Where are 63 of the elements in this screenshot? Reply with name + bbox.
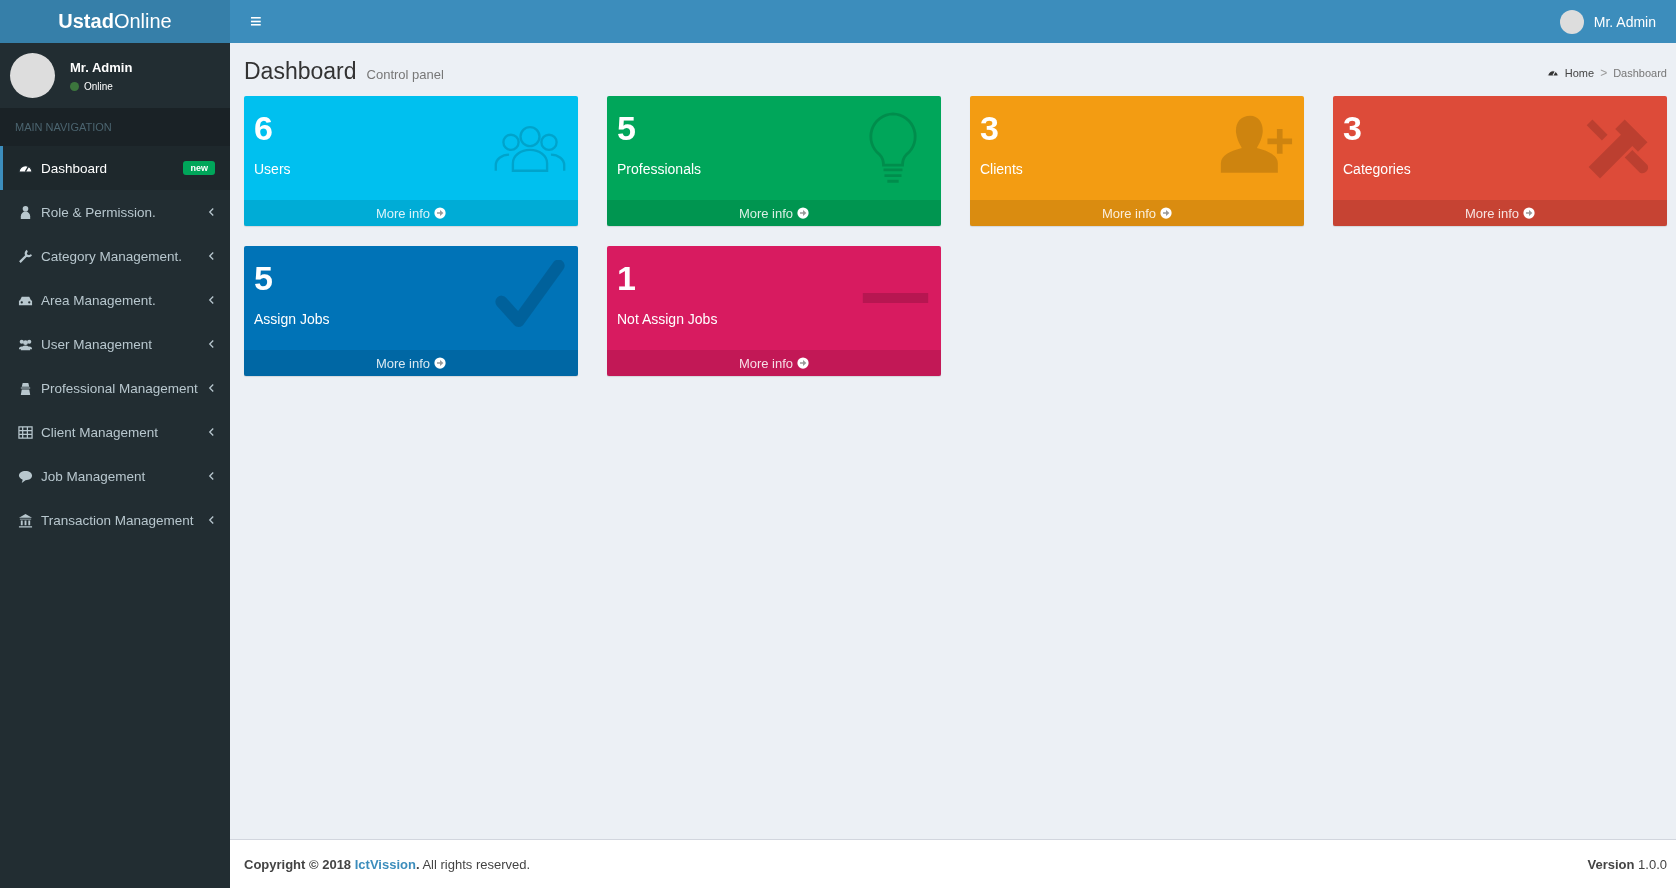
breadcrumb-link[interactable]: Home: [1564, 67, 1595, 79]
user-status: Online: [84, 80, 113, 92]
more-info-link[interactable]: More info: [607, 350, 941, 376]
sidebar-item[interactable]: Job Management: [0, 454, 230, 498]
sidebar-item[interactable]: Client Management: [0, 410, 230, 454]
chevron-left-icon: [208, 383, 215, 393]
more-info-link[interactable]: More info: [1333, 200, 1667, 226]
page-subtitle: Control panel: [366, 67, 444, 82]
arrow-circle-right-icon: [1160, 207, 1173, 219]
company-link[interactable]: IctVission: [354, 856, 416, 872]
wrench-icon: [18, 248, 33, 264]
chevron-left-icon: [208, 339, 215, 349]
copyright-text: Copyright © 2018 IctVission. All rights reserved.: [244, 856, 531, 872]
stat-label: Categories: [1343, 161, 1412, 178]
breadcrumb-current: Dashboard: [1613, 67, 1667, 79]
bank-icon: [18, 512, 33, 528]
version-text: Version 1.0.0: [1587, 856, 1667, 872]
more-info-link[interactable]: More info: [244, 350, 578, 376]
arrow-circle-right-icon: [1523, 207, 1536, 219]
sidebar-item[interactable]: Category Management.: [0, 234, 230, 278]
minus-icon: [862, 293, 929, 303]
user-name: Mr. Admin: [70, 59, 133, 75]
sidebar-item[interactable]: Dashboard new: [0, 146, 230, 190]
chevron-left-icon: [208, 515, 215, 525]
user-avatar[interactable]: [1559, 9, 1584, 34]
stat-label: Clients: [980, 161, 1024, 178]
stat-label: Professionals: [617, 161, 703, 178]
table-icon: [18, 424, 33, 440]
user-avatar: [10, 53, 55, 98]
gauge-icon: [1546, 67, 1559, 79]
stat-count: 3: [1343, 110, 1363, 148]
stat-label: Not Assign Jobs: [617, 311, 719, 328]
breadcrumb-separator: >: [1600, 66, 1608, 80]
user-icon: [18, 204, 33, 220]
sidebar-item[interactable]: Professional Management: [0, 366, 230, 410]
section-header: MAIN NAVIGATION: [0, 108, 230, 146]
stat-label: Assign Jobs: [254, 311, 331, 328]
sidebar-item[interactable]: Area Management.: [0, 278, 230, 322]
stat-count: 5: [617, 110, 637, 148]
sidebar-item[interactable]: User Management: [0, 322, 230, 366]
sidebar-item[interactable]: Transaction Management: [0, 498, 230, 542]
stat-label: Users: [254, 161, 292, 178]
arrow-circle-right-icon: [434, 207, 447, 219]
arrow-circle-right-icon: [797, 207, 810, 219]
new-badge: new: [183, 161, 215, 175]
arrow-circle-right-icon: [797, 357, 810, 369]
chevron-left-icon: [208, 471, 215, 481]
online-status-dot: [70, 81, 79, 91]
chevron-left-icon: [208, 207, 215, 217]
chevron-left-icon: [208, 251, 215, 261]
user-name[interactable]: Mr. Admin: [1593, 13, 1656, 30]
menu-toggle-button[interactable]: ≡: [242, 10, 270, 33]
stat-count: 1: [617, 260, 637, 298]
page-title: Dashboard: [244, 58, 357, 85]
stat-count: 5: [254, 260, 274, 298]
arrow-circle-right-icon: [434, 357, 447, 369]
sidebar-item[interactable]: Role & Permission.: [0, 190, 230, 234]
chevron-left-icon: [208, 427, 215, 437]
stat-count: 3: [980, 110, 1000, 148]
app-logo[interactable]: UstadOnline: [0, 0, 230, 43]
stat-count: 6: [254, 110, 274, 148]
comment-icon: [18, 468, 33, 484]
chevron-left-icon: [208, 295, 215, 305]
